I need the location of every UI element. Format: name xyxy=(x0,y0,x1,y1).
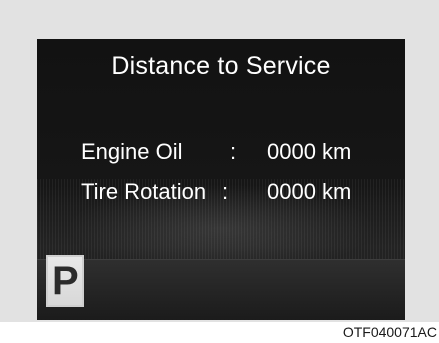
row-separator: : xyxy=(230,139,237,164)
row-label: Engine Oil xyxy=(81,139,183,164)
service-row-tire-rotation: Tire Rotation : 0000 km xyxy=(37,179,405,209)
display-title: Distance to Service xyxy=(111,52,331,80)
row-separator: : xyxy=(222,179,229,204)
row-value: 0000 km xyxy=(267,139,352,164)
cluster-display: Distance to Service Engine Oil : 0000 km… xyxy=(37,39,405,320)
row-label: Tire Rotation xyxy=(81,179,207,204)
gear-indicator-icon: P xyxy=(46,255,84,307)
figure-caption: OTF040071AC xyxy=(342,324,437,340)
figure-frame: Distance to Service Engine Oil : 0000 km… xyxy=(0,0,439,322)
service-row-engine-oil: Engine Oil : 0000 km xyxy=(37,139,405,169)
gear-indicator-letter: P xyxy=(52,259,79,303)
display-bottom-bar xyxy=(37,259,405,320)
row-value: 0000 km xyxy=(267,179,352,204)
